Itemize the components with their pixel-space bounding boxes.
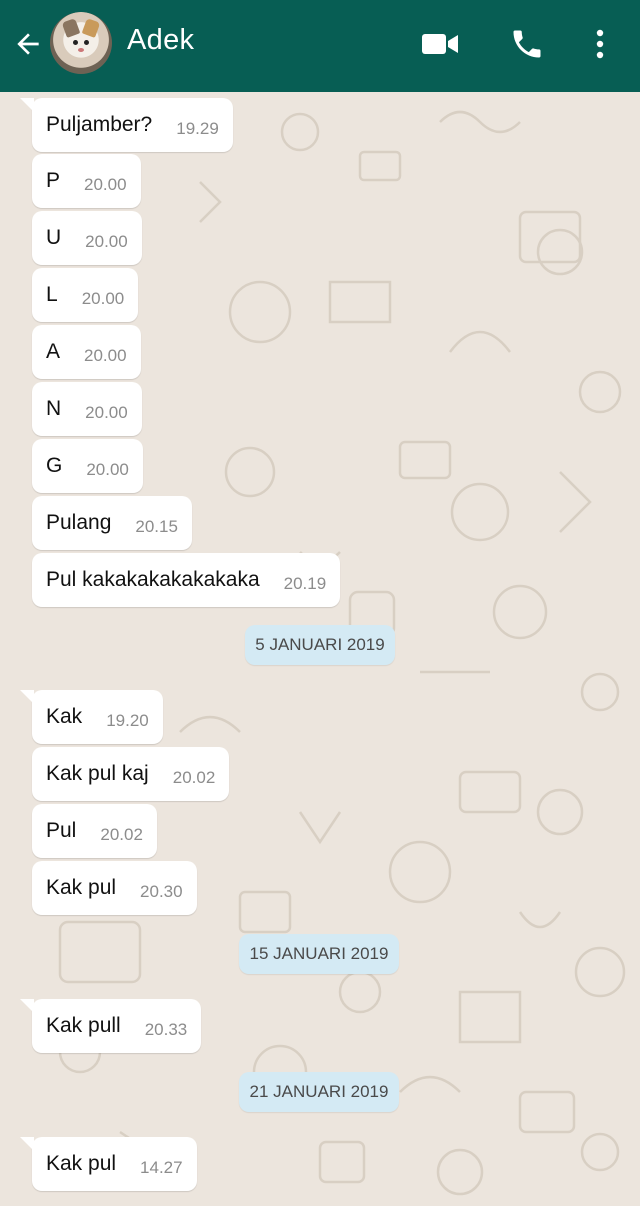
message-time: 20.00 (84, 175, 127, 194)
message-text: Puljamber? (46, 113, 153, 136)
message-time: 19.29 (176, 119, 219, 138)
message-bubble[interactable]: A 20.00 (32, 325, 141, 379)
message-text: N (46, 397, 62, 420)
message-bubble[interactable]: Kak pull 20.33 (19, 999, 202, 1053)
message-time: 20.00 (85, 232, 128, 251)
avatar[interactable] (50, 12, 112, 74)
message-text: Pul (46, 819, 77, 842)
message-time: 20.30 (140, 882, 183, 901)
message-bubble[interactable]: Kak pul kaj 20.02 (32, 747, 230, 801)
message-time: 20.15 (135, 517, 178, 536)
message-time: 20.00 (81, 289, 125, 308)
message-bubble[interactable]: N 20.00 (32, 382, 142, 436)
message-bubble[interactable]: Kak pul 14.27 (20, 1137, 197, 1191)
message-bubble[interactable]: P 20.00 (32, 154, 141, 208)
message-time: 20.00 (84, 346, 127, 365)
message-text: G (46, 454, 63, 477)
message-bubble[interactable]: L 20.00 (32, 268, 139, 322)
video-call-icon[interactable] (418, 22, 462, 66)
message-text: L (46, 283, 58, 306)
chat-area[interactable]: Puljamber? 19.29 P 20.00 U 20.00 L 20.00… (0, 92, 640, 1206)
date-separator: 21 JANUARI 2019 (239, 1072, 399, 1112)
message-time: 20.00 (86, 460, 129, 479)
back-arrow-icon[interactable] (10, 26, 46, 62)
message-text: U (46, 226, 62, 249)
message-bubble[interactable]: Kak 19.20 (20, 690, 163, 744)
message-time: 20.19 (283, 574, 327, 593)
message-bubble[interactable]: U 20.00 (32, 211, 142, 265)
message-text: Pul kakakakakakakaka (46, 568, 260, 591)
date-separator: 5 JANUARI 2019 (245, 625, 395, 665)
chat-header: Adek (0, 0, 640, 92)
message-text: Kak pull (46, 1014, 121, 1037)
message-time: 20.00 (85, 403, 128, 422)
message-text: Kak (46, 705, 83, 728)
message-text: Kak pul kaj (46, 762, 149, 785)
message-text: P (46, 169, 61, 192)
date-separator: 15 JANUARI 2019 (239, 934, 399, 974)
message-bubble[interactable]: Puljamber? 19.29 (20, 98, 233, 152)
more-options-icon[interactable] (578, 22, 622, 66)
message-text: Kak pul (46, 1152, 117, 1175)
phone-call-icon[interactable] (505, 22, 549, 66)
message-bubble[interactable]: G 20.00 (32, 439, 143, 493)
message-text: Kak pul (46, 876, 117, 899)
message-text: A (46, 340, 61, 363)
message-time: 20.33 (144, 1020, 188, 1039)
message-time: 19.20 (106, 711, 149, 730)
message-bubble[interactable]: Pul kakakakakakakaka 20.19 (32, 553, 341, 607)
contact-name[interactable]: Adek (127, 24, 194, 57)
message-bubble[interactable]: Kak pul 20.30 (32, 861, 197, 915)
message-time: 20.02 (172, 768, 216, 787)
message-bubble[interactable]: Pulang 20.15 (32, 496, 192, 550)
message-time: 14.27 (140, 1158, 183, 1177)
message-bubble[interactable]: Pul 20.02 (32, 804, 157, 858)
message-time: 20.02 (100, 825, 143, 844)
message-text: Pulang (46, 511, 112, 534)
